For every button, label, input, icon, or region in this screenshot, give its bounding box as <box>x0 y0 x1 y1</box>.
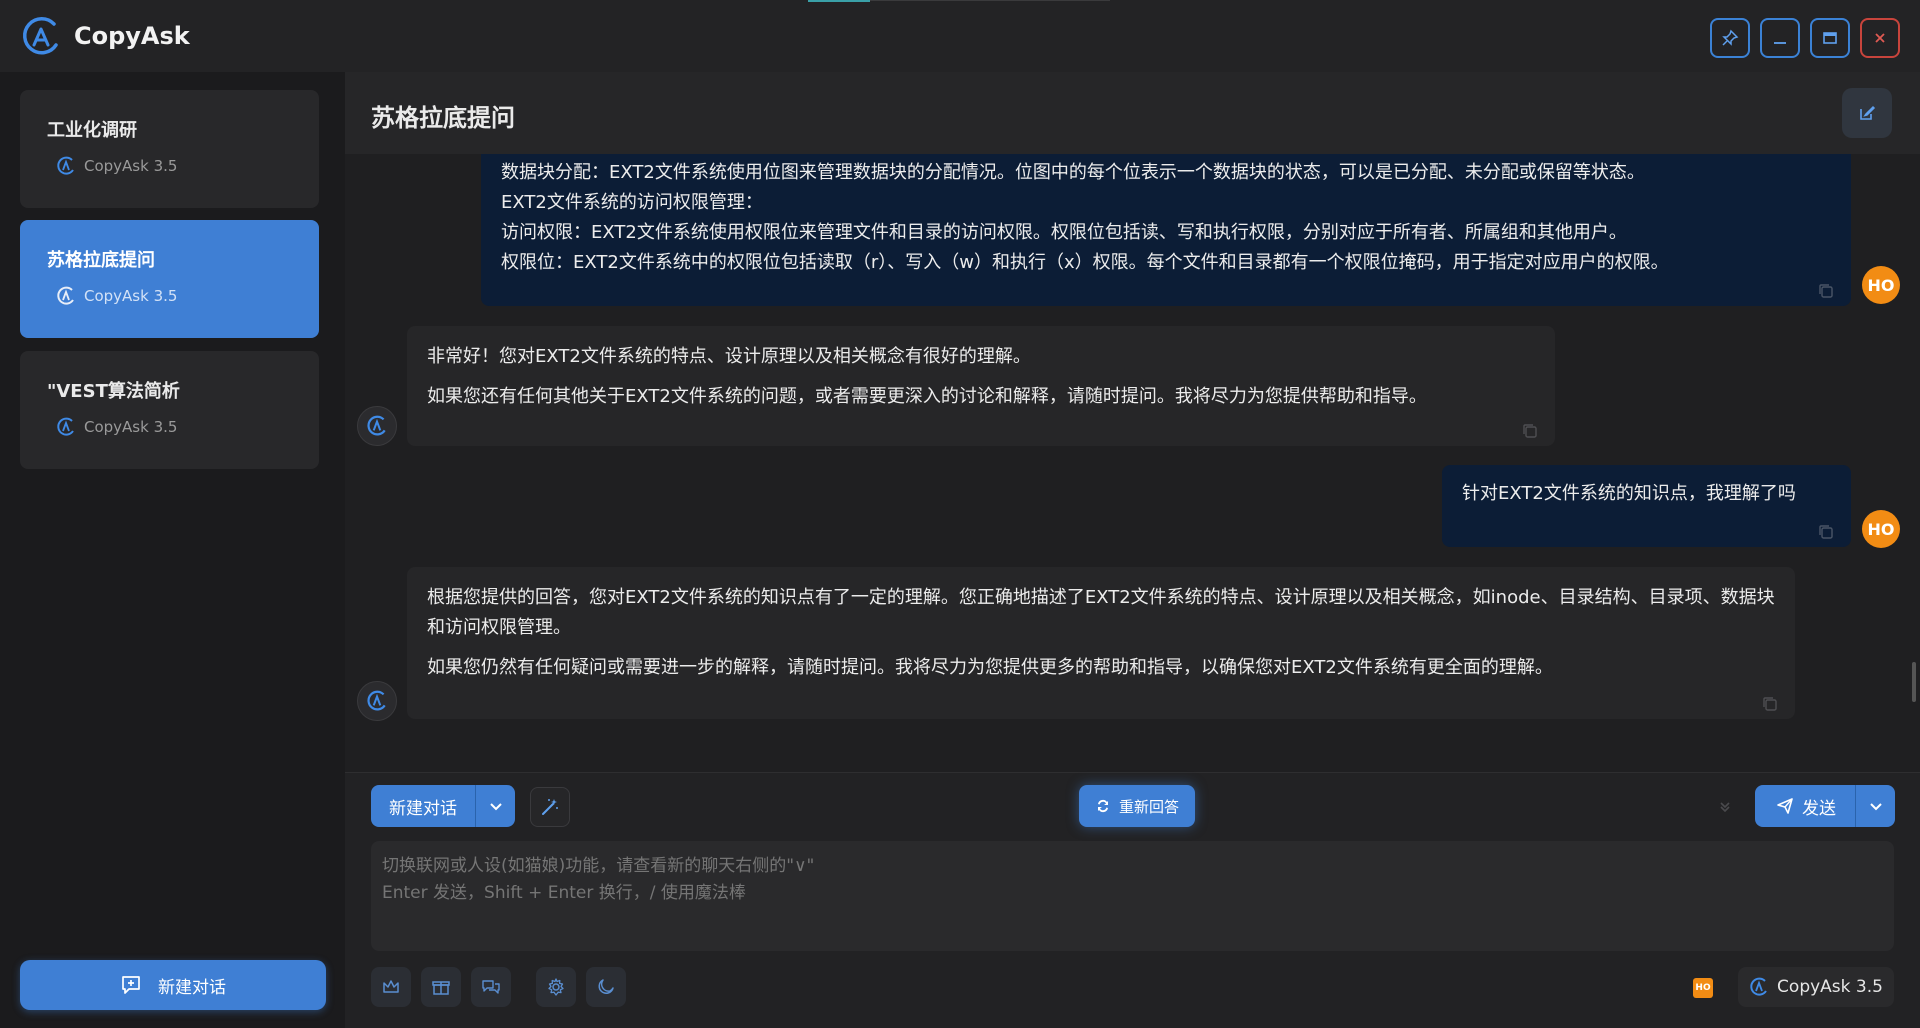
new-chat-button[interactable]: 新建对话 <box>371 785 475 827</box>
main-panel: 苏格拉底提问 数据块分配：EXT2文件系统使用位图来管理数据块的分配情况。位图中… <box>345 72 1920 1028</box>
send-button[interactable]: 发送 <box>1755 785 1855 827</box>
crown-icon <box>383 980 399 993</box>
conversation-model: CopyAsk 3.5 <box>56 417 177 437</box>
copyask-logo-icon <box>22 17 58 55</box>
new-chat-label: 新建对话 <box>389 798 457 819</box>
double-chevron-down-icon <box>1720 802 1730 813</box>
window-icon <box>1823 32 1837 44</box>
copyask-logo-icon <box>57 417 74 436</box>
copy-icon[interactable] <box>1817 282 1835 300</box>
new-conversation-button[interactable]: 新建对话 <box>20 960 326 1010</box>
chat-history-button[interactable] <box>471 967 511 1007</box>
chat-scrollbar[interactable] <box>1912 662 1916 702</box>
refresh-icon <box>1097 799 1108 813</box>
message-line: 数据块分配：EXT2文件系统使用位图来管理数据块的分配情况。位图中的每个位表示一… <box>501 162 1645 183</box>
close-button[interactable] <box>1860 18 1900 58</box>
copy-icon[interactable] <box>1521 422 1539 440</box>
conversation-title: "VEST算法简析 <box>47 381 180 402</box>
chevron-down-icon <box>489 803 502 811</box>
user-avatar: HO <box>1862 510 1900 548</box>
copyask-logo-icon <box>1750 977 1767 996</box>
chat-title: 苏格拉底提问 <box>371 104 515 132</box>
gear-icon <box>548 978 564 996</box>
copyask-logo-icon <box>367 690 386 711</box>
copyask-logo-icon <box>57 286 74 305</box>
pin-icon <box>1722 29 1739 46</box>
assistant-message: 非常好！您对EXT2文件系统的特点、设计原理以及相关概念有很好的理解。 如果您还… <box>407 326 1555 446</box>
regenerate-button[interactable]: 重新回答 <box>1079 785 1195 827</box>
new-chat-split-button: 新建对话 <box>371 785 515 827</box>
chat-bubbles-icon <box>482 980 500 994</box>
message-input[interactable] <box>371 841 1894 951</box>
chat-header: 苏格拉底提问 <box>345 72 1920 154</box>
copyask-logo-icon <box>57 156 74 175</box>
close-icon <box>1875 33 1885 43</box>
magic-wand-button[interactable] <box>530 787 570 827</box>
settings-button[interactable] <box>536 967 576 1007</box>
assistant-avatar <box>357 406 397 446</box>
copy-icon[interactable] <box>1761 695 1779 713</box>
crown-button[interactable] <box>371 967 411 1007</box>
new-chat-dropdown[interactable] <box>475 785 515 827</box>
sidebar: 工业化调研 CopyAsk 3.5 苏格拉底提问 CopyAsk 3.5 "VE… <box>0 72 345 1028</box>
message-line: 针对EXT2文件系统的知识点，我理解了吗 <box>1462 483 1796 504</box>
edit-icon <box>1860 105 1876 120</box>
message-line: 非常好！您对EXT2文件系统的特点、设计原理以及相关概念有很好的理解。 <box>427 346 1031 367</box>
regenerate-label: 重新回答 <box>1118 797 1179 816</box>
gift-button[interactable] <box>421 967 461 1007</box>
magic-wand-icon <box>542 799 558 815</box>
send-split-button: 发送 <box>1755 785 1895 827</box>
model-selector[interactable]: CopyAsk 3.5 <box>1738 967 1894 1007</box>
composer: 新建对话 重新回答 发送 切换联网或人设(如猫娘)功能，请查看新的聊天右侧的"∨… <box>345 772 1920 1028</box>
user-avatar: HO <box>1862 266 1900 304</box>
moon-icon <box>598 979 614 994</box>
send-options-dropdown[interactable] <box>1855 785 1895 827</box>
minimize-button[interactable] <box>1760 18 1800 58</box>
title-bar: CopyAsk <box>0 0 1920 72</box>
conversation-model: CopyAsk 3.5 <box>56 156 177 176</box>
message-line: 访问权限：EXT2文件系统使用权限位来管理文件和目录的访问权限。权限位包括读、写… <box>501 222 1627 243</box>
assistant-avatar <box>357 681 397 721</box>
top-accent-line <box>808 0 870 2</box>
message-line: 如果您还有任何其他关于EXT2文件系统的问题，或者需要更深入的讨论和解释，请随时… <box>427 386 1427 407</box>
conversation-model-label: CopyAsk 3.5 <box>84 157 178 175</box>
conversation-model-label: CopyAsk 3.5 <box>84 418 178 436</box>
conversation-model: CopyAsk 3.5 <box>56 286 177 306</box>
message-line: 权限位：EXT2文件系统中的权限位包括读取（r）、写入（w）和执行（x）权限。每… <box>501 252 1669 273</box>
message-line: 如果您仍然有任何疑问或需要进一步的解释，请随时提问。我将尽力为您提供更多的帮助和… <box>427 657 1553 678</box>
message-line: EXT2文件系统的访问权限管理： <box>501 192 763 213</box>
user-badge[interactable]: HO <box>1693 978 1713 998</box>
top-accent-line-secondary <box>870 0 1110 1</box>
pin-button[interactable] <box>1710 18 1750 58</box>
assistant-message: 根据您提供的回答，您对EXT2文件系统的知识点有了一定的理解。您正确地描述了EX… <box>407 567 1795 719</box>
conversation-title: 苏格拉底提问 <box>47 250 155 271</box>
edit-title-button[interactable] <box>1842 88 1892 138</box>
gift-icon <box>432 981 450 995</box>
user-message: 数据块分配：EXT2文件系统使用位图来管理数据块的分配情况。位图中的每个位表示一… <box>481 154 1851 306</box>
copyask-logo-icon <box>367 415 386 436</box>
user-message: 针对EXT2文件系统的知识点，我理解了吗 <box>1442 465 1851 547</box>
conversation-item[interactable]: 工业化调研 CopyAsk 3.5 <box>20 90 319 208</box>
message-list: 数据块分配：EXT2文件系统使用位图来管理数据块的分配情况。位图中的每个位表示一… <box>345 154 1920 772</box>
minimize-icon <box>1774 42 1786 44</box>
app-window: CopyAsk 工业化调研 CopyAsk 3.5 苏格拉底提问 CopyAsk… <box>0 0 1920 1028</box>
send-label: 发送 <box>1802 798 1836 819</box>
theme-toggle-button[interactable] <box>586 967 626 1007</box>
send-icon <box>1777 798 1793 814</box>
maximize-button[interactable] <box>1810 18 1850 58</box>
conversation-model-label: CopyAsk 3.5 <box>84 287 178 305</box>
conversation-item-active[interactable]: 苏格拉底提问 CopyAsk 3.5 <box>20 220 319 338</box>
chevron-down-icon <box>1869 803 1882 811</box>
conversation-title: 工业化调研 <box>47 120 137 141</box>
copy-icon[interactable] <box>1817 523 1835 541</box>
scroll-to-bottom-button[interactable] <box>1705 787 1745 827</box>
app-title: CopyAsk <box>74 22 190 50</box>
message-line: 根据您提供的回答，您对EXT2文件系统的知识点有了一定的理解。您正确地描述了EX… <box>427 587 1775 638</box>
new-conversation-label: 新建对话 <box>158 977 226 998</box>
conversation-item[interactable]: "VEST算法简析 CopyAsk 3.5 <box>20 351 319 469</box>
model-label: CopyAsk 3.5 <box>1777 977 1883 997</box>
new-chat-icon <box>122 976 140 994</box>
